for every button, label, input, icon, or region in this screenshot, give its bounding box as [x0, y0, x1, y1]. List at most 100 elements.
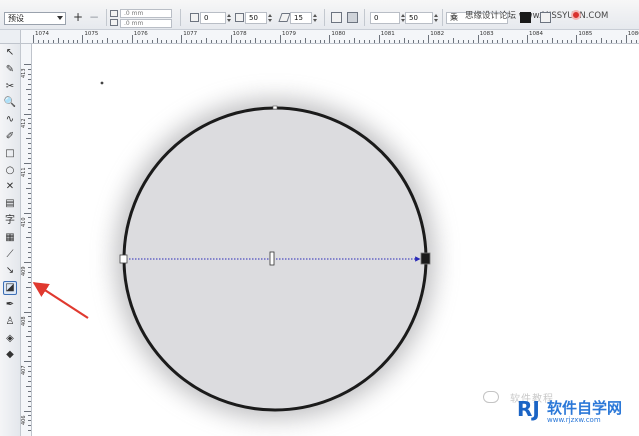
ruler-minor-tick — [289, 40, 291, 43]
shadow-angle-input[interactable]: 0 — [200, 12, 226, 24]
ruler-label: 1074 — [35, 31, 49, 37]
ruler-minor-tick — [191, 40, 193, 43]
zoom-tool[interactable]: 🔍 — [3, 96, 17, 110]
ruler-label: 407 — [21, 365, 27, 375]
table-tool-icon: ▦ — [5, 231, 15, 243]
ruler-minor-tick — [393, 40, 395, 43]
ruler-minor-tick — [606, 40, 608, 43]
pick-tool[interactable]: ↖ — [3, 46, 17, 60]
ruler-label: 1085 — [578, 31, 593, 37]
feather-width-input[interactable]: 15 — [290, 12, 312, 24]
copy-properties-icon[interactable] — [540, 12, 551, 23]
ruler-minor-tick — [635, 40, 637, 43]
ruler-label: 1081 — [380, 31, 395, 37]
feather-spinner[interactable] — [312, 12, 318, 24]
shadow-color-swatch[interactable] — [520, 12, 531, 23]
table-tool[interactable]: ▦ — [3, 231, 17, 245]
offset-y-icon — [110, 19, 118, 26]
ruler-minor-tick — [28, 68, 31, 70]
ruler-major-tick — [378, 35, 380, 43]
shadow-end-handle[interactable] — [420, 252, 431, 265]
outline-pen-tool[interactable]: ♙ — [3, 315, 17, 329]
feather-edges-icon[interactable] — [347, 12, 358, 23]
ruler-major-tick — [24, 64, 31, 65]
shadow-opacity-input[interactable]: 50 — [245, 12, 267, 24]
ruler-minor-tick — [28, 148, 31, 150]
toolbar-divider — [442, 9, 443, 26]
offset-y-input[interactable]: .0 mm — [120, 19, 172, 28]
ruler-minor-tick — [26, 385, 31, 387]
smart-drawing-tool[interactable]: ✐ — [3, 130, 17, 144]
drawing-canvas[interactable]: 软件教程 — [32, 45, 639, 436]
vertical-ruler[interactable]: 413 412 411 410 409 408 407 406 — [21, 44, 32, 436]
shadow-start-handle[interactable] — [119, 254, 128, 264]
preset-dropdown[interactable]: 预设 — [4, 12, 66, 25]
site-watermark-text: 思缘设计论坛 www.MISSYUAN.COM — [465, 11, 609, 21]
ruler-minor-tick — [26, 138, 31, 140]
add-preset-button[interactable]: + — [72, 11, 84, 24]
ruler-minor-tick — [452, 38, 454, 43]
shape-tool[interactable]: ✎ — [3, 63, 17, 77]
ellipse-tool-icon: ○ — [5, 164, 15, 176]
basic-shapes-tool-icon: ▤ — [5, 198, 15, 210]
drop-shadow-tool[interactable]: ◪ — [3, 281, 17, 296]
ruler-major-tick — [527, 35, 528, 43]
ruler-minor-tick — [57, 38, 59, 43]
ruler-minor-tick — [497, 40, 499, 43]
rectangle-tool[interactable]: □ — [3, 147, 17, 161]
basic-shapes-tool[interactable]: ▤ — [3, 197, 17, 211]
ruler-major-tick — [82, 35, 84, 43]
chevron-down-icon — [57, 16, 63, 20]
dimension-tool[interactable]: ⟋ — [3, 248, 17, 262]
text-tool[interactable]: 字 — [3, 214, 17, 228]
polygon-tool[interactable]: ✕ — [3, 180, 17, 194]
freehand-tool[interactable]: ∿ — [3, 113, 17, 127]
ruler-minor-tick — [423, 40, 425, 43]
feather-direction-icon[interactable] — [331, 12, 342, 23]
ruler-minor-tick — [615, 40, 617, 43]
ruler-minor-tick — [28, 326, 31, 328]
ruler-minor-tick — [28, 252, 31, 254]
ruler-major-tick — [576, 35, 578, 43]
ruler-minor-tick — [610, 40, 612, 43]
opacity-spinner[interactable] — [267, 12, 273, 24]
ruler-origin[interactable] — [0, 30, 21, 44]
text-tool-icon: 字 — [5, 215, 15, 226]
angle-spinner[interactable] — [226, 12, 232, 24]
offset-x-input[interactable]: .0 mm — [120, 9, 172, 18]
ruler-minor-tick — [28, 108, 31, 110]
shadow-midpoint-slider[interactable] — [269, 251, 275, 266]
ruler-minor-tick — [28, 133, 31, 135]
transparency-start-input[interactable]: 0 — [370, 12, 400, 24]
ruler-minor-tick — [245, 40, 247, 43]
eyedropper-tool[interactable]: ✒ — [3, 298, 17, 312]
ruler-minor-tick — [26, 88, 31, 90]
clear-shadow-icon[interactable] — [571, 10, 581, 20]
ruler-minor-tick — [166, 40, 168, 43]
interactive-fill-tool[interactable]: ◆ — [3, 348, 17, 362]
transparency-end-spinner[interactable] — [433, 12, 439, 24]
ruler-minor-tick — [116, 40, 118, 43]
ruler-minor-tick — [77, 40, 79, 43]
ruler-minor-tick — [186, 40, 188, 43]
ruler-minor-tick — [200, 40, 202, 43]
crop-tool[interactable]: ✂ — [3, 80, 17, 94]
ruler-minor-tick — [121, 40, 123, 43]
top-node-handle[interactable] — [272, 105, 278, 110]
ruler-label: 1086 — [627, 31, 639, 37]
horizontal-ruler[interactable]: 1074 1075 1076 1077 1078 1079 1080 1081 1082 1083… — [21, 30, 639, 44]
smart-drawing-tool-icon: ✐ — [5, 131, 15, 142]
connector-tool[interactable]: ↘ — [3, 264, 17, 278]
ruler-major-tick — [428, 35, 430, 43]
ruler-minor-tick — [205, 38, 207, 43]
remove-preset-button[interactable]: − — [88, 11, 100, 24]
ruler-minor-tick — [28, 430, 31, 432]
ruler-minor-tick — [482, 40, 484, 43]
polygon-tool-icon: ✕ — [5, 181, 15, 193]
ruler-minor-tick — [551, 38, 553, 43]
fill-tool[interactable]: ◈ — [3, 332, 17, 346]
transparency-end-input[interactable]: 50 — [405, 12, 433, 24]
ruler-major-tick — [477, 35, 479, 43]
ellipse-tool[interactable]: ○ — [3, 164, 17, 178]
ruler-label: 1083 — [479, 31, 494, 37]
